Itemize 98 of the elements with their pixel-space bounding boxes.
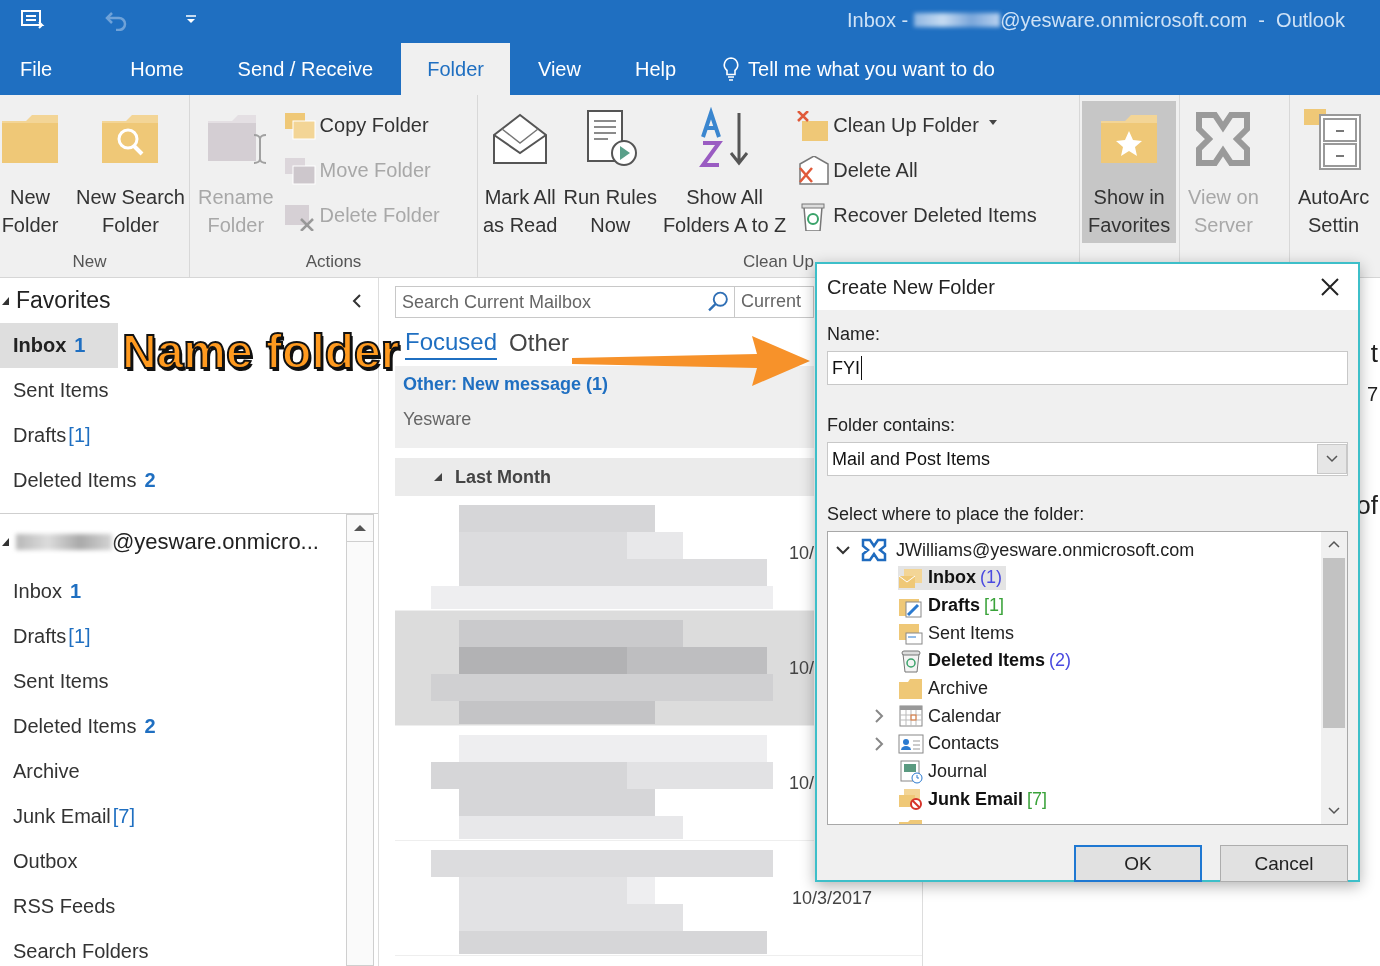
menu-tab[interactable]: View (511, 43, 607, 95)
message-row[interactable]: 10/ (395, 611, 814, 726)
ribbon-button[interactable]: Recover Deleted Items (795, 193, 1041, 238)
collapse-chevron-icon[interactable] (352, 293, 362, 308)
group-title: Last Month (455, 466, 551, 488)
send-receive-icon[interactable] (20, 9, 46, 31)
folder-item[interactable]: Search Folders (0, 929, 346, 966)
close-icon[interactable] (1320, 277, 1340, 297)
journal-icon (898, 759, 924, 784)
tree-item[interactable]: Journal (898, 759, 992, 784)
tree-item[interactable]: Sent Items (898, 621, 1019, 646)
reading-pane-text: 7 (1366, 383, 1378, 406)
dropdown-caret-icon (988, 119, 997, 126)
inbox-tab[interactable]: Focused (405, 326, 498, 360)
tree-item[interactable]: Calendar (898, 704, 1006, 729)
expanded-triangle-icon[interactable] (2, 295, 10, 306)
field-label: Select where to place the folder: (827, 504, 1086, 525)
message-date: 10/ (788, 542, 814, 564)
delete-all-icon (797, 155, 830, 186)
junk-folder-icon (898, 787, 924, 812)
menu-tab[interactable]: Help (608, 43, 703, 95)
folder-item[interactable]: RSS Feeds (0, 884, 346, 929)
sent-folder-icon (898, 621, 924, 646)
ribbon-button[interactable]: Clean Up Folder (795, 103, 1041, 148)
field-label: Name: (827, 324, 881, 345)
notice-title: Other: New message (1) (403, 374, 609, 395)
scrollbar[interactable] (346, 514, 374, 966)
folder-item[interactable]: Junk Email[7] (0, 794, 346, 839)
menu-tab[interactable]: File (0, 43, 103, 95)
reading-pane-text: t (1370, 338, 1378, 369)
dialog-title: Create New Folder (827, 275, 995, 299)
folder-item[interactable]: Deleted Items 2 (0, 458, 378, 503)
tree-item[interactable]: Archive (898, 676, 993, 701)
cleanup-icon (797, 110, 830, 141)
message-row[interactable]: 10/3/2017 (395, 841, 922, 956)
ribbon-button[interactable]: Delete All (795, 148, 1041, 193)
folder-item[interactable]: Drafts[1] (0, 413, 378, 458)
notice-sender: Yesware (403, 409, 472, 430)
ribbon-group-label: New (72, 252, 107, 272)
tree-item[interactable]: Inbox (1) (898, 565, 1006, 590)
new-message-notice[interactable]: Other: New message (1) Yesware (395, 366, 814, 448)
scrollbar-thumb[interactable] (1323, 558, 1345, 728)
ribbon-button[interactable]: Show in Favorites (1082, 101, 1177, 243)
ribbon-button[interactable]: New Search Folder (70, 101, 191, 243)
name-input[interactable]: FYI (827, 351, 1348, 385)
customize-caret-icon[interactable] (185, 15, 197, 25)
ribbon-button[interactable]: Run Rules Now (560, 101, 660, 243)
field-label: Folder contains: (827, 415, 957, 436)
menu-tab[interactable]: Folder (401, 43, 510, 95)
tree-item[interactable]: Junk Email [7] (898, 787, 1052, 812)
collapse-triangle-icon (433, 472, 443, 482)
dialog-button[interactable]: Cancel (1220, 845, 1348, 882)
window-title: @yesware.onmicrosoft.com - Outlook (1000, 8, 1345, 32)
move-folder-icon (283, 155, 316, 186)
scrollbar[interactable] (1321, 532, 1347, 824)
mailbox-header[interactable]: @yesware.onmicro... (112, 528, 319, 555)
window-title: Inbox - (847, 8, 909, 32)
calendar-icon (898, 704, 924, 729)
tree-item[interactable]: Drafts [1] (898, 593, 1009, 618)
message-date: 10/ (788, 657, 814, 679)
tree-item[interactable]: Deleted Items (2) (898, 648, 1076, 673)
message-date: 10/3/2017 (791, 887, 872, 909)
contact-card-icon (898, 731, 924, 756)
folder-item[interactable]: Archive (0, 749, 346, 794)
search-scope-dropdown[interactable]: Current (735, 286, 814, 318)
folder-item[interactable]: Drafts[1] (0, 614, 346, 659)
dialog-button[interactable]: OK (1074, 845, 1202, 882)
group-header[interactable]: Last Month (395, 458, 814, 496)
message-row[interactable]: 10/ (395, 496, 814, 611)
exchange-icon (860, 537, 888, 563)
menu-tab[interactable]: Home (104, 43, 210, 95)
folder-type-select[interactable]: Mail and Post Items (827, 442, 1348, 476)
favorites-header[interactable]: Favorites (16, 287, 111, 314)
ribbon-group-label: Actions (305, 252, 362, 272)
folder-icon (898, 676, 924, 701)
message-date: 10/ (788, 772, 814, 794)
folder-item[interactable]: Deleted Items 2 (0, 704, 346, 749)
inbox-tab[interactable]: Other (509, 326, 570, 360)
folder-item[interactable]: Sent Items (0, 659, 346, 704)
menu-tab[interactable]: Send / Receive (211, 43, 400, 95)
lightbulb-icon (722, 56, 741, 82)
ribbon-button[interactable]: Show All Folders A to Z (659, 101, 790, 243)
ribbon-button[interactable]: New Folder (0, 101, 68, 243)
ribbon-button[interactable]: Mark All as Read (480, 101, 561, 243)
tell-me-search[interactable]: Tell me what you want to do (748, 57, 995, 81)
collapsed-chevron-icon[interactable] (872, 734, 886, 753)
copy-folder-icon (283, 110, 316, 141)
expanded-triangle-icon[interactable] (2, 536, 10, 547)
folder-item[interactable]: Inbox 1 (0, 323, 118, 368)
tree-item[interactable]: JWilliams@yesware.onmicrosoft.com (896, 539, 1195, 561)
folder-item[interactable]: Outbox (0, 839, 346, 884)
ribbon-button[interactable]: Copy Folder (281, 103, 444, 148)
folder-item[interactable]: Inbox 1 (0, 569, 346, 614)
message-row[interactable]: 10/ (395, 726, 814, 841)
ribbon-button[interactable]: AutoArc Settin (1292, 101, 1376, 243)
tree-item[interactable]: Contacts (898, 731, 1004, 756)
recycle-bin-icon (898, 648, 924, 673)
ribbon-group-label: Clean Up (743, 252, 814, 272)
